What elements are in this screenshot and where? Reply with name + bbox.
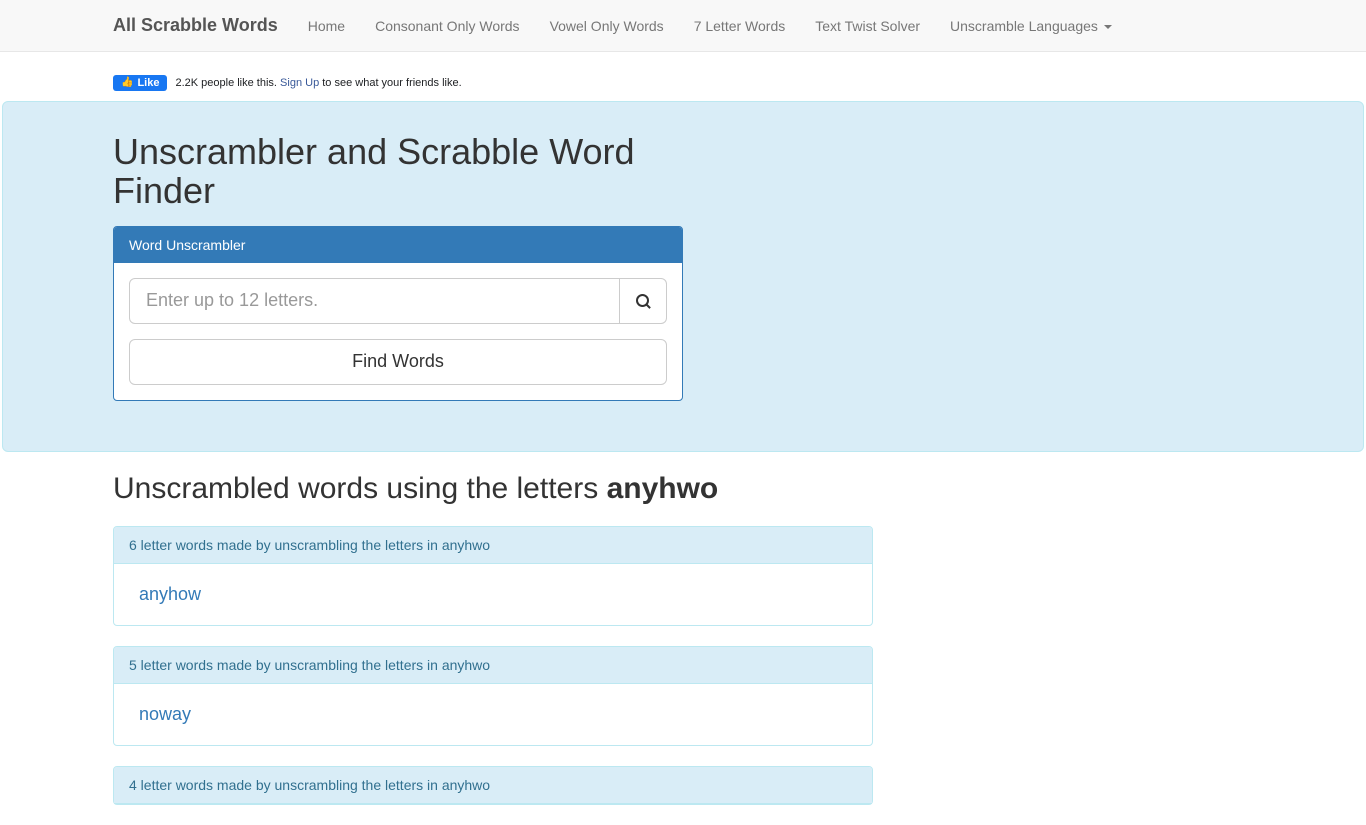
- letters-input[interactable]: [129, 278, 620, 324]
- page-title: Unscrambler and Scrabble Word Finder: [113, 132, 683, 211]
- navbar-brand[interactable]: All Scrabble Words: [113, 0, 293, 51]
- results-heading: Unscrambled words using the letters anyh…: [113, 472, 873, 506]
- unscrambler-panel-heading: Word Unscrambler: [114, 227, 682, 263]
- word-link[interactable]: anyhow: [129, 579, 211, 610]
- search-icon: [636, 294, 650, 308]
- nav-vowel-only[interactable]: Vowel Only Words: [535, 3, 679, 49]
- navbar: All Scrabble Words Home Consonant Only W…: [0, 0, 1366, 52]
- result-group-heading: 4 letter words made by unscrambling the …: [114, 767, 872, 804]
- result-group-4: 4 letter words made by unscrambling the …: [113, 766, 873, 805]
- navbar-nav: Home Consonant Only Words Vowel Only Wor…: [293, 3, 1127, 49]
- nav-text-twist[interactable]: Text Twist Solver: [800, 3, 935, 49]
- jumbotron: Unscrambler and Scrabble Word Finder Wor…: [2, 101, 1364, 452]
- search-addon[interactable]: [620, 278, 667, 324]
- result-group-6: 6 letter words made by unscrambling the …: [113, 526, 873, 626]
- nav-consonant-only[interactable]: Consonant Only Words: [360, 3, 534, 49]
- nav-7-letter[interactable]: 7 Letter Words: [679, 3, 801, 49]
- word-link[interactable]: noway: [129, 699, 201, 730]
- unscrambler-panel: Word Unscrambler Find Words: [113, 226, 683, 401]
- result-group-heading: 5 letter words made by unscrambling the …: [114, 647, 872, 684]
- find-words-button[interactable]: Find Words: [129, 339, 667, 385]
- result-group-heading: 6 letter words made by unscrambling the …: [114, 527, 872, 564]
- fb-like-text: 2.2K people like this. Sign Up to see wh…: [175, 77, 461, 89]
- nav-home[interactable]: Home: [293, 3, 360, 49]
- fb-signup-link[interactable]: Sign Up: [280, 77, 319, 89]
- fb-like-row: Like 2.2K people like this. Sign Up to s…: [113, 52, 1253, 101]
- result-group-5: 5 letter words made by unscrambling the …: [113, 646, 873, 746]
- fb-like-button[interactable]: Like: [113, 75, 167, 91]
- chevron-down-icon: [1104, 25, 1112, 29]
- nav-unscramble-languages[interactable]: Unscramble Languages: [935, 3, 1127, 49]
